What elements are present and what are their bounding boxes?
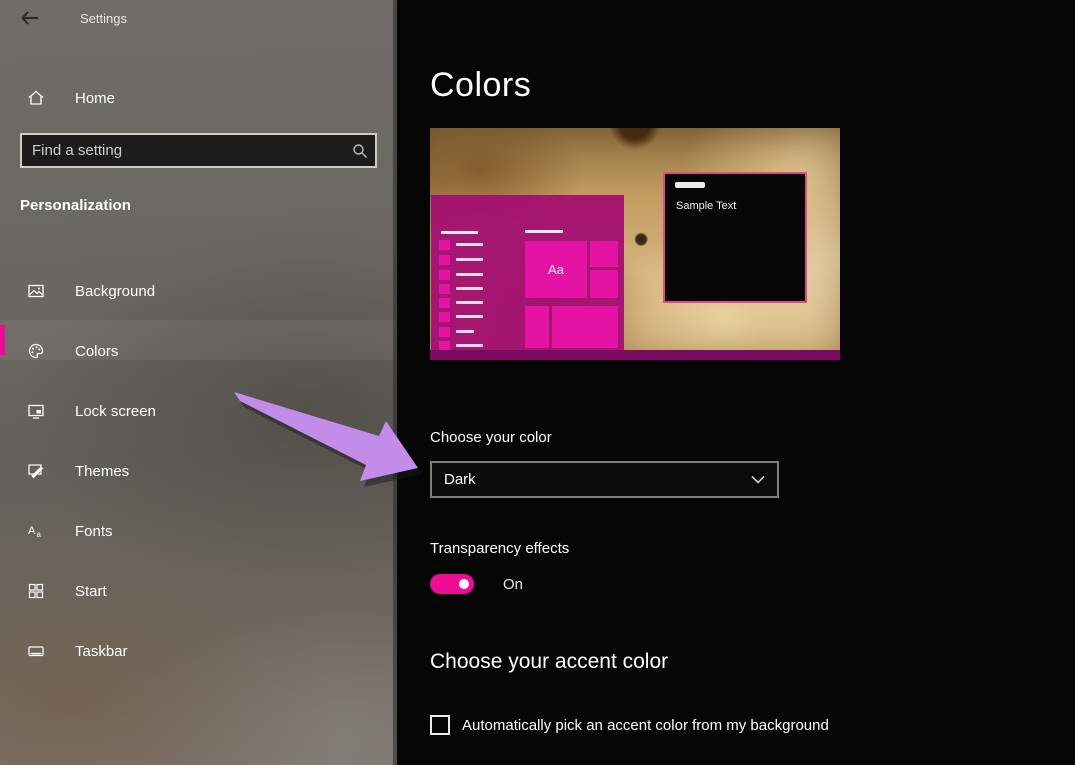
chevron-down-icon xyxy=(751,471,765,488)
preview-app-row xyxy=(439,298,450,308)
preview-window-title-chip xyxy=(675,182,705,188)
preview-tile xyxy=(590,270,618,298)
preview-app-row xyxy=(439,312,450,322)
sidebar-item-label: Home xyxy=(75,90,115,107)
sidebar: Settings Home Personalization Background xyxy=(0,0,397,765)
preview-app-row xyxy=(439,255,450,265)
sidebar-item-start[interactable]: Start xyxy=(0,571,397,611)
preview-list-header-line xyxy=(441,231,478,234)
sidebar-item-label: Fonts xyxy=(75,523,113,540)
home-icon xyxy=(27,89,45,107)
back-arrow-icon xyxy=(21,11,39,30)
transparency-toggle[interactable] xyxy=(430,574,474,594)
preview-tile xyxy=(525,306,549,348)
background-image-icon xyxy=(27,282,45,300)
preview-taskbar-strip xyxy=(430,350,840,360)
color-mode-dropdown[interactable]: Dark xyxy=(430,461,779,498)
sidebar-item-taskbar[interactable]: Taskbar xyxy=(0,631,397,671)
preview-tiles-header-line xyxy=(525,230,563,233)
window-title: Settings xyxy=(80,11,127,26)
preview-app-label-line xyxy=(456,273,483,276)
preview-app-row xyxy=(439,270,450,280)
search-icon[interactable] xyxy=(345,136,375,166)
sidebar-item-label: Lock screen xyxy=(75,403,156,420)
search-input[interactable] xyxy=(22,142,345,159)
preview-start-menu: Aa xyxy=(431,195,624,350)
preview-sample-window: Sample Text xyxy=(663,172,807,303)
sidebar-item-colors[interactable]: Colors xyxy=(0,331,397,371)
preview-app-label-line xyxy=(456,315,483,318)
transparency-label: Transparency effects xyxy=(430,540,569,557)
settings-window: Settings Home Personalization Background xyxy=(0,0,1075,765)
toggle-state-label: On xyxy=(503,576,523,593)
sidebar-item-background[interactable]: Background xyxy=(0,271,397,311)
sidebar-item-label: Colors xyxy=(75,343,118,360)
toggle-knob xyxy=(459,579,469,589)
sidebar-item-label: Start xyxy=(75,583,107,600)
section-header: Personalization xyxy=(20,197,131,214)
sidebar-item-home[interactable]: Home xyxy=(0,78,397,118)
svg-text:a: a xyxy=(37,530,42,539)
search-box xyxy=(20,133,377,168)
themes-brush-icon xyxy=(27,462,45,480)
auto-accent-checkbox[interactable] xyxy=(430,715,450,735)
window-header: Settings xyxy=(0,0,397,40)
theme-preview-image: Aa Sample Text xyxy=(430,128,840,360)
preview-sample-text: Sample Text xyxy=(676,200,736,212)
fonts-icon: Aa xyxy=(27,522,45,540)
preview-app-label-line xyxy=(456,258,483,261)
preview-app-row xyxy=(439,240,450,250)
preview-app-label-line xyxy=(456,243,483,246)
preview-app-label-line xyxy=(456,301,483,304)
sidebar-item-fonts[interactable]: Aa Fonts xyxy=(0,511,397,551)
dropdown-selected-value: Dark xyxy=(444,471,476,488)
preview-tile-label: Aa xyxy=(548,262,564,277)
svg-text:A: A xyxy=(28,525,36,537)
preview-tile-aa: Aa xyxy=(525,241,587,298)
sidebar-item-themes[interactable]: Themes xyxy=(0,451,397,491)
main-pane: Colors Aa xyxy=(397,0,1075,765)
preview-app-row xyxy=(439,327,450,337)
page-title: Colors xyxy=(430,66,531,105)
sidebar-item-lock-screen[interactable]: Lock screen xyxy=(0,391,397,431)
preview-app-row xyxy=(439,284,450,294)
auto-accent-row: Automatically pick an accent color from … xyxy=(430,715,829,735)
preview-app-label-line xyxy=(456,330,474,333)
preview-app-label-line xyxy=(456,344,483,347)
start-grid-icon xyxy=(27,582,45,600)
choose-color-label: Choose your color xyxy=(430,429,552,446)
lock-screen-icon xyxy=(27,402,45,420)
accent-section-heading: Choose your accent color xyxy=(430,650,668,674)
sidebar-item-label: Themes xyxy=(75,463,129,480)
sidebar-item-label: Taskbar xyxy=(75,643,128,660)
auto-accent-checkbox-label: Automatically pick an accent color from … xyxy=(462,717,829,734)
preview-tile xyxy=(552,306,618,348)
preview-tile xyxy=(590,241,618,267)
taskbar-icon xyxy=(27,642,45,660)
sidebar-item-label: Background xyxy=(75,283,155,300)
preview-app-label-line xyxy=(456,287,483,290)
color-palette-icon xyxy=(27,342,45,360)
back-button[interactable] xyxy=(18,8,42,32)
